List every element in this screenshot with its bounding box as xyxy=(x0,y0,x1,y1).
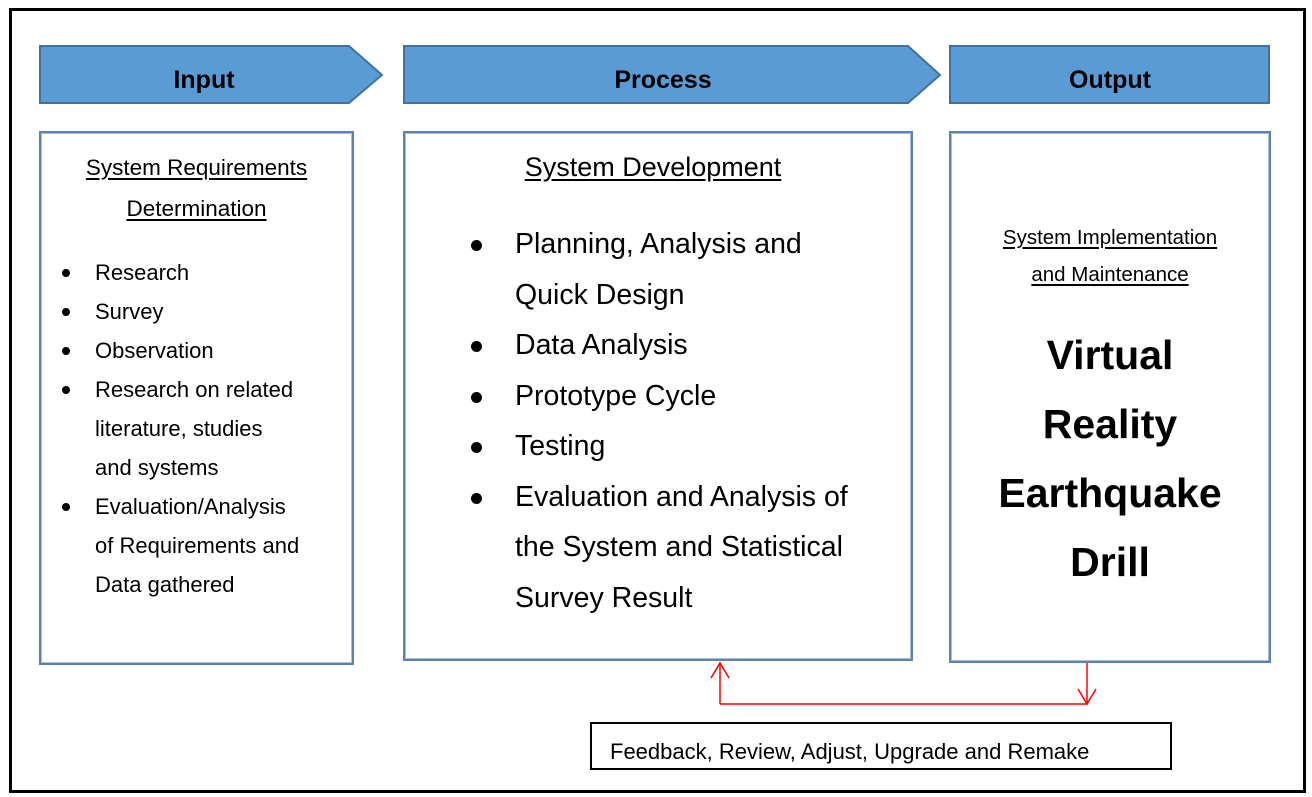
bullet-icon xyxy=(62,347,70,355)
list-item: Planning, Analysis and Quick Design xyxy=(405,219,905,320)
bullet-icon xyxy=(471,341,482,352)
bullet-icon xyxy=(471,492,482,504)
bullet-icon xyxy=(62,503,70,511)
list-item: Observation xyxy=(41,331,355,370)
product-name: Virtual Reality Earthquake Drill xyxy=(998,332,1222,585)
output-title-line-1: System Implementation xyxy=(1002,226,1218,249)
feedback-label: Feedback, Review, Adjust, Upgrade and Re… xyxy=(610,739,1090,764)
feedback-box: Feedback, Review, Adjust, Upgrade and Re… xyxy=(590,722,1172,770)
output-stage-label: Output xyxy=(1069,65,1151,94)
input-stage-header: Input xyxy=(39,45,384,105)
list-item: Data Analysis xyxy=(405,320,905,371)
bullet-icon xyxy=(62,269,70,277)
input-title-line-1: System Requirements xyxy=(85,155,308,180)
list-item: Survey xyxy=(41,292,355,331)
list-item: Testing xyxy=(405,421,905,472)
list-item: Research on related literature, studies … xyxy=(41,370,355,487)
process-stage-header: Process xyxy=(403,45,943,105)
output-title-line-2: and Maintenance xyxy=(1031,263,1189,286)
input-panel: System Requirements Determination Resear… xyxy=(39,131,354,665)
input-title-line-2: Determination xyxy=(126,196,267,221)
bullet-icon xyxy=(62,386,70,394)
process-panel-title: System Development xyxy=(524,152,782,182)
process-stage-label: Process xyxy=(614,65,712,94)
output-stage-header: Output xyxy=(949,45,1271,105)
list-item: Research xyxy=(41,253,355,292)
bullet-icon xyxy=(62,308,70,316)
output-panel: System Implementation and Maintenance Vi… xyxy=(949,131,1271,663)
list-item: Prototype Cycle xyxy=(405,371,905,422)
process-bullet-list: Planning, Analysis and Quick Design Data… xyxy=(405,219,905,623)
input-bullet-list: Research Survey Observation Research on … xyxy=(41,253,355,604)
input-stage-label: Input xyxy=(173,65,235,94)
list-item: Evaluation and Analysis of the System an… xyxy=(405,472,905,624)
list-item: Evaluation/Analysis of Requirements and … xyxy=(41,487,355,604)
output-panel-title: System Implementation and Maintenance xyxy=(951,219,1269,293)
input-panel-title: System Requirements Determination xyxy=(41,147,352,229)
bullet-icon xyxy=(471,442,482,453)
process-panel: System Development Planning, Analysis an… xyxy=(403,131,913,661)
bullet-icon xyxy=(471,240,482,251)
bullet-icon xyxy=(471,391,482,403)
